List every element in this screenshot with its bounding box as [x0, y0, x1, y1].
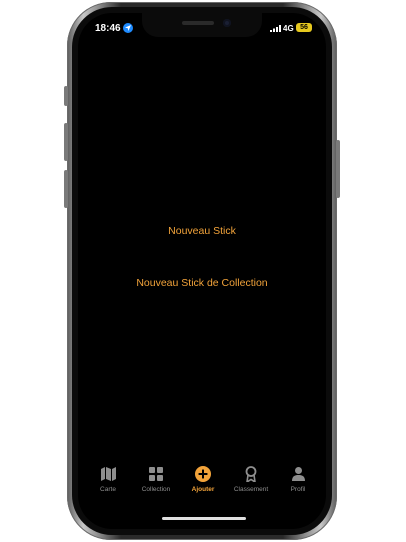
map-icon — [100, 467, 116, 481]
tab-classement[interactable]: Classement — [226, 465, 276, 493]
battery-indicator: 56 — [296, 23, 312, 32]
status-time: 18:46 — [95, 23, 121, 34]
location-arrow-icon — [123, 23, 133, 33]
front-camera — [223, 19, 231, 27]
person-icon — [291, 467, 305, 481]
plus-circle-icon — [195, 466, 211, 482]
tab-profil[interactable]: Profil — [273, 465, 323, 493]
mute-switch — [64, 86, 68, 106]
tab-label: Ajouter — [191, 486, 215, 493]
new-collection-stick-button[interactable]: Nouveau Stick de Collection — [78, 277, 326, 289]
tab-bar: Carte Collection Ajouter Classement Prof… — [78, 465, 326, 505]
earpiece-speaker — [182, 21, 214, 25]
tab-ajouter[interactable]: Ajouter — [178, 465, 228, 493]
tab-label: Classement — [233, 486, 269, 493]
app-screen: 18:46 4G 56 Nouveau Stick Nouveau Stick … — [78, 13, 326, 529]
tab-label: Collection — [141, 486, 171, 493]
volume-down-button — [64, 170, 68, 208]
network-type: 4G — [283, 24, 294, 33]
notch — [142, 13, 262, 37]
signal-bars-icon — [270, 25, 281, 32]
tab-collection[interactable]: Collection — [131, 465, 181, 493]
volume-up-button — [64, 123, 68, 161]
grid-icon — [149, 467, 163, 481]
award-icon — [245, 466, 257, 482]
new-stick-button[interactable]: Nouveau Stick — [78, 225, 326, 237]
tab-label: Carte — [100, 486, 116, 493]
tab-carte[interactable]: Carte — [83, 465, 133, 493]
power-button — [336, 140, 340, 198]
home-indicator[interactable] — [162, 517, 246, 520]
tab-label: Profil — [290, 486, 306, 493]
